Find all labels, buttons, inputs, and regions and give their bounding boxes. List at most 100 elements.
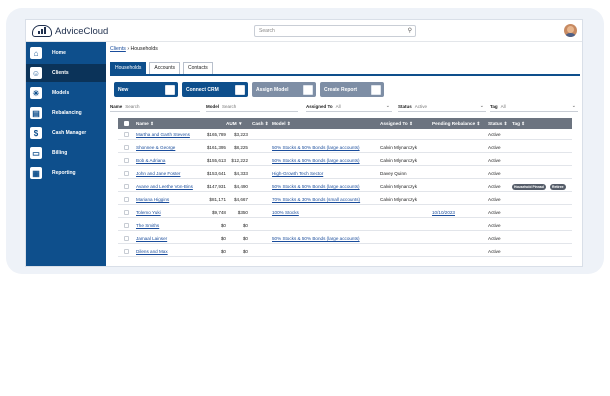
search-icon[interactable]: ⚲ xyxy=(408,27,412,34)
report-icon xyxy=(371,84,381,95)
table-row[interactable]: Martha and Garth Stevens $165,789 $3,223 Ac… xyxy=(118,129,572,140)
tab-contacts[interactable]: Contacts xyxy=(182,62,213,74)
column-aum[interactable]: AUM ▼ xyxy=(226,121,243,126)
household-name-link[interactable]: John and Jane Foster xyxy=(136,171,180,176)
sidebar-item-clients[interactable]: ☺ Clients xyxy=(26,64,106,82)
crm-icon xyxy=(235,84,245,95)
row-checkbox[interactable] xyxy=(124,210,129,215)
search-input[interactable]: Search ⚲ xyxy=(254,25,416,37)
filter-bar: Name Search Model Search Assigned To All… xyxy=(110,102,580,114)
row-checkbox[interactable] xyxy=(124,184,129,189)
model-link[interactable]: 70% Stocks & 30% Bonds (small accounts) xyxy=(272,197,360,202)
row-checkbox[interactable] xyxy=(124,158,129,163)
cash-value: $4,333 xyxy=(233,171,248,176)
model-link[interactable]: 50% Stocks & 50% Bonds (large accounts) xyxy=(272,145,360,150)
sidebar-item-billing[interactable]: ▭ Billing xyxy=(26,144,106,162)
tab-accounts[interactable]: Accounts xyxy=(149,62,180,74)
status-value: Active xyxy=(488,158,501,163)
sidebar-item-label: Rebalancing xyxy=(52,110,82,116)
connect-crm-button[interactable]: Connect CRM xyxy=(182,82,248,97)
model-link[interactable]: 50% Stocks & 50% Bonds (large accounts) xyxy=(272,184,360,189)
model-link[interactable]: High-Growth Tech Sector xyxy=(272,171,323,176)
table-row[interactable]: Jamaal Lainser $0 $0 50% Stocks & 50% Bonds… xyxy=(118,233,572,244)
sidebar-item-label: Home xyxy=(52,50,66,56)
sidebar-item-cash-manager[interactable]: $ Cash Manager xyxy=(26,124,106,142)
household-name-link[interactable]: Shonnee & George xyxy=(136,145,175,150)
aum-value: $153,641 xyxy=(206,171,226,176)
column-assigned-to[interactable]: Assigned To ⇕ xyxy=(380,121,413,127)
model-filter-label: Model xyxy=(206,104,219,109)
household-name-link[interactable]: Mariana Higgins xyxy=(136,197,169,202)
column-tag[interactable]: Tag ⇕ xyxy=(512,121,525,127)
model-filter[interactable]: Model Search xyxy=(206,102,298,112)
tag-filter[interactable]: Tag All ⌄ xyxy=(490,102,578,112)
household-name-link[interactable]: Avane and Leethe Von-Bins xyxy=(136,184,193,189)
name-filter-input[interactable]: Search xyxy=(125,104,139,109)
row-checkbox[interactable] xyxy=(124,223,129,228)
table-row[interactable]: Shonnee & George $161,395 $8,225 50% Stocks… xyxy=(118,142,572,153)
status-value: Active xyxy=(488,184,501,189)
model-link[interactable]: 50% Stocks & 50% Bonds (large accounts) xyxy=(272,158,360,163)
table-row[interactable]: Tolemo Yuki $9,748 $350 100% Stocks 10/10/20… xyxy=(118,207,572,218)
avatar[interactable] xyxy=(564,24,577,37)
column-pending-rebalance[interactable]: Pending Rebalance ⇕ xyxy=(432,121,480,127)
select-all-checkbox[interactable] xyxy=(124,121,129,126)
breadcrumb-clients-link[interactable]: Clients xyxy=(110,46,126,52)
grid-icon: ▦ xyxy=(30,167,42,179)
sidebar-item-models[interactable]: ✳ Models xyxy=(26,84,106,102)
household-name-link[interactable]: Martha and Garth Stevens xyxy=(136,132,190,137)
status-filter[interactable]: Status Active ⌄ xyxy=(398,102,486,112)
status-value: Active xyxy=(488,145,501,150)
household-name-link[interactable]: Dilens and Max xyxy=(136,249,168,254)
column-model[interactable]: Model ⇕ xyxy=(272,121,291,127)
name-filter[interactable]: Name Search xyxy=(110,102,200,112)
row-checkbox[interactable] xyxy=(124,197,129,202)
tab-households[interactable]: Households xyxy=(110,62,147,74)
breadcrumb-separator: › xyxy=(127,46,130,52)
sidebar-item-reporting[interactable]: ▦ Reporting xyxy=(26,164,106,182)
new-button-label: New xyxy=(118,86,129,93)
table-row[interactable]: Avane and Leethe Von-Bins $147,931 $4,490 5… xyxy=(118,181,572,192)
cash-value: $4,490 xyxy=(233,184,248,189)
table-row[interactable]: John and Jane Foster $153,641 $4,333 High-G… xyxy=(118,168,572,179)
aum-value: $0 xyxy=(220,236,226,241)
assigned-to-filter[interactable]: Assigned To All ⌄ xyxy=(306,102,392,112)
status-value: Active xyxy=(488,197,501,202)
cash-value: $8,225 xyxy=(233,145,248,150)
household-name-link[interactable]: The Smiths xyxy=(136,223,159,228)
model-link[interactable]: 50% Stocks & 50% Bonds (large accounts) xyxy=(272,236,360,241)
column-status[interactable]: Status ⇕ xyxy=(488,121,508,127)
table-row[interactable]: The Smiths $0 $0 Active xyxy=(118,220,572,231)
model-filter-input[interactable]: Search xyxy=(222,104,236,109)
chevron-down-icon: ⌄ xyxy=(571,103,576,109)
create-report-button[interactable]: Create Report xyxy=(320,82,384,97)
table-row[interactable]: Dilens and Max $0 $0 Active xyxy=(118,246,572,257)
cash-value: $12,222 xyxy=(231,158,248,163)
new-button[interactable]: New xyxy=(114,82,178,97)
row-checkbox[interactable] xyxy=(124,132,129,137)
tag-badge: Retiree xyxy=(550,184,566,190)
row-checkbox[interactable] xyxy=(124,171,129,176)
sidebar-item-home[interactable]: ⌂ Home xyxy=(26,44,106,62)
household-name-link[interactable]: Bob & Adriana xyxy=(136,158,165,163)
column-name[interactable]: Name ⇕ xyxy=(136,121,154,127)
row-checkbox[interactable] xyxy=(124,236,129,241)
assign-model-button[interactable]: Assign Model xyxy=(252,82,316,97)
sidebar-item-label: Billing xyxy=(52,150,68,156)
sidebar-item-rebalancing[interactable]: ▤ Rebalancing xyxy=(26,104,106,122)
household-name-link[interactable]: Tolemo Yuki xyxy=(136,210,161,215)
row-checkbox[interactable] xyxy=(124,145,129,150)
table-row[interactable]: Bob & Adriana $155,613 $12,222 50% Stocks &… xyxy=(118,155,572,166)
credit-card-icon: ▭ xyxy=(30,147,42,159)
aum-value: $0 xyxy=(220,223,226,228)
table-row[interactable]: Mariana Higgins $81,171 $4,667 70% Stocks &… xyxy=(118,194,572,205)
top-bar: AdviceCloud Search ⚲ xyxy=(26,20,582,42)
household-name-link[interactable]: Jamaal Lainser xyxy=(136,236,167,241)
column-cash[interactable]: Cash ⇕ xyxy=(252,121,269,127)
pending-rebalance-link[interactable]: 10/10/2023 xyxy=(432,210,455,215)
model-link[interactable]: 100% Stocks xyxy=(272,210,299,215)
cash-value: $350 xyxy=(237,210,248,215)
chevron-down-icon: ⌄ xyxy=(479,103,484,109)
row-checkbox[interactable] xyxy=(124,249,129,254)
logo[interactable]: AdviceCloud xyxy=(32,24,108,38)
